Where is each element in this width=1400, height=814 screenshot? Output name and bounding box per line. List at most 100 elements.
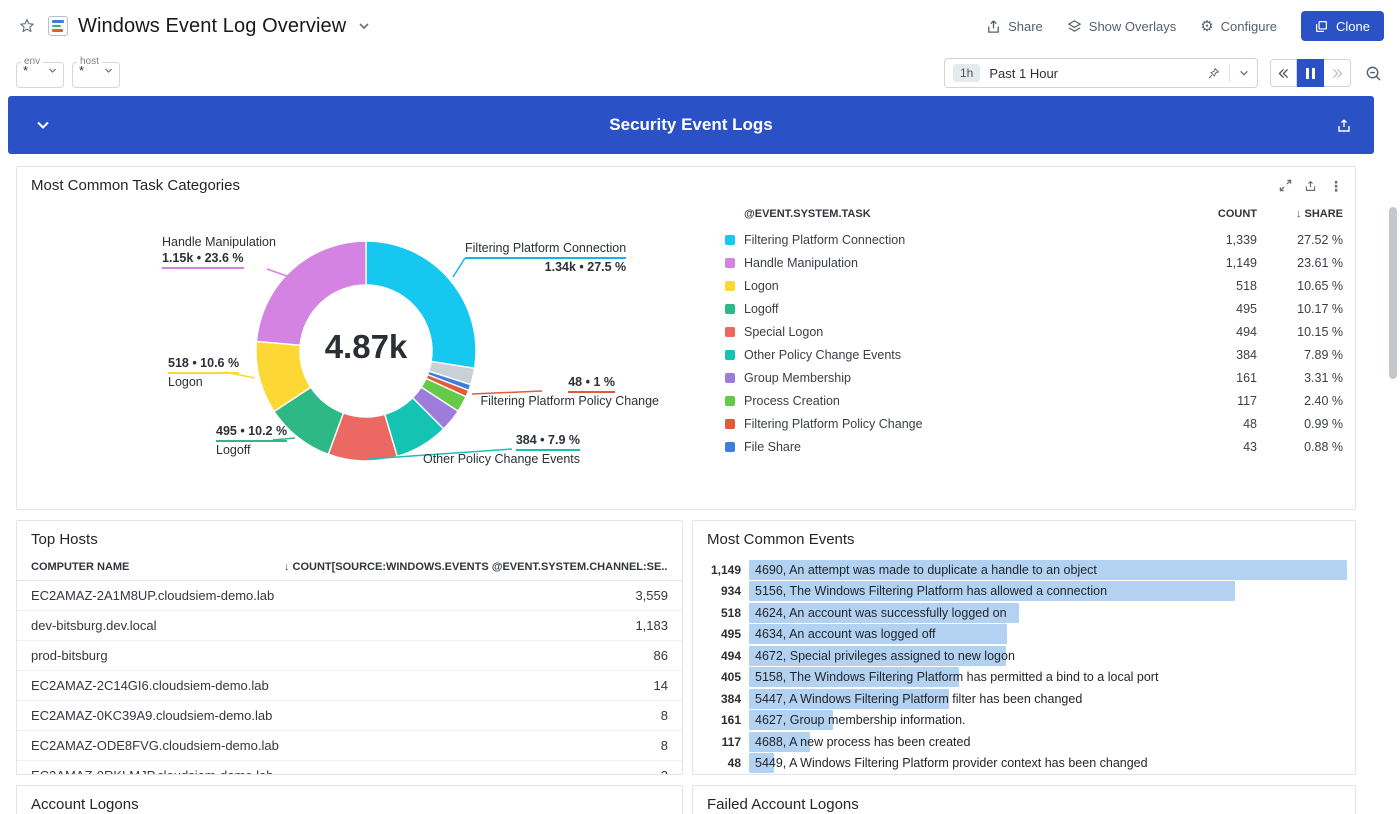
task-table-row[interactable]: Handle Manipulation 1,149 23.61 %	[725, 251, 1343, 274]
task-table-row[interactable]: Group Membership 161 3.31 %	[725, 366, 1343, 389]
host-row[interactable]: EC2AMAZ-2A1M8UP.cloudsiem-demo.lab 3,559	[17, 581, 682, 611]
event-bar-row[interactable]: 495 4634, An account was logged off	[701, 624, 1347, 646]
zoom-out-button[interactable]	[1363, 63, 1384, 84]
chevron-down-icon	[358, 20, 370, 32]
time-range-picker[interactable]: 1h Past 1 Hour	[944, 58, 1258, 88]
host-count: 2	[661, 768, 668, 775]
host-row[interactable]: EC2AMAZ-2C14GI6.cloudsiem-demo.lab 14	[17, 671, 682, 701]
event-bar-row[interactable]: 494 4672, Special privileges assigned to…	[701, 645, 1347, 667]
host-count: 14	[654, 678, 668, 693]
column-task[interactable]: @EVENT.SYSTEM.TASK	[725, 208, 1185, 220]
event-label: 5449, A Windows Filtering Platform provi…	[749, 756, 1148, 770]
legend-swatch	[725, 235, 735, 245]
pause-button[interactable]	[1297, 59, 1324, 87]
host-count: 8	[661, 738, 668, 753]
event-label: 5447, A Windows Filtering Platform filte…	[749, 692, 1082, 706]
event-bar-row[interactable]: 48 5449, A Windows Filtering Platform pr…	[701, 753, 1347, 775]
task-table-row[interactable]: Process Creation 117 2.40 %	[725, 389, 1343, 412]
event-bar-row[interactable]: 1,149 4690, An attempt was made to dupli…	[701, 559, 1347, 581]
share-button[interactable]: Share	[986, 19, 1043, 34]
legend-swatch	[725, 350, 735, 360]
pause-icon	[1306, 68, 1315, 79]
template-var-host[interactable]: host *	[72, 58, 120, 88]
callout-value: 1.15k • 23.6 %	[162, 250, 244, 269]
toolbar: env * host * 1h Past 1 Hour	[0, 52, 1400, 94]
callout-label: Other Policy Change Events	[414, 451, 580, 467]
sort-desc-icon: ↓	[1296, 208, 1302, 220]
group-export-button[interactable]	[1336, 117, 1352, 133]
callout-value: 518 • 10.6 %	[168, 355, 239, 374]
task-name: Group Membership	[744, 371, 1185, 385]
column-computer-name[interactable]: COMPUTER NAME	[31, 561, 284, 573]
host-row[interactable]: EC2AMAZ-0KC39A9.cloudsiem-demo.lab 8	[17, 701, 682, 731]
column-count[interactable]: COUNT	[1185, 208, 1257, 220]
callout-handle-manipulation: Handle Manipulation 1.15k • 23.6 %	[162, 234, 276, 269]
task-share: 27.52 %	[1257, 233, 1343, 247]
task-name: Filtering Platform Policy Change	[744, 417, 1185, 431]
task-table-row[interactable]: Filtering Platform Connection 1,339 27.5…	[725, 228, 1343, 251]
panel-title: Most Common Task Categories	[31, 177, 240, 194]
task-table-row[interactable]: Logoff 495 10.17 %	[725, 297, 1343, 320]
show-overlays-label: Show Overlays	[1089, 19, 1176, 34]
panel-title: Account Logons	[31, 796, 139, 813]
fullscreen-icon[interactable]	[1279, 179, 1292, 192]
callout-value: 1.34k • 27.5 %	[465, 259, 626, 275]
chevron-down-icon[interactable]	[1239, 68, 1249, 78]
event-count: 48	[701, 756, 741, 770]
task-name: Other Policy Change Events	[744, 348, 1185, 362]
event-count: 518	[701, 606, 741, 620]
event-bar-row[interactable]: 117 4688, A new process has been created	[701, 731, 1347, 753]
legend-swatch	[725, 304, 735, 314]
time-badge: 1h	[953, 64, 980, 82]
host-row[interactable]: prod-bitsburg 86	[17, 641, 682, 671]
favorite-star-button[interactable]	[16, 15, 38, 37]
task-table-row[interactable]: Logon 518 10.65 %	[725, 274, 1343, 297]
template-var-env[interactable]: env *	[16, 58, 64, 88]
group-title: Security Event Logs	[8, 115, 1374, 135]
callout-label: Filtering Platform Policy Change	[469, 393, 659, 409]
column-share[interactable]: ↓SHARE	[1257, 208, 1343, 220]
gear-icon: ⚙	[1200, 19, 1213, 34]
task-name: Special Logon	[744, 325, 1185, 339]
event-bar-row[interactable]: 518 4624, An account was successfully lo…	[701, 602, 1347, 624]
callout-logon: 518 • 10.6 % Logon	[168, 355, 239, 390]
task-name: Process Creation	[744, 394, 1185, 408]
callout-filtering-platform-connection: Filtering Platform Connection 1.34k • 27…	[465, 240, 626, 275]
scrollbar-thumb[interactable]	[1389, 207, 1397, 379]
chevron-down-icon	[34, 116, 52, 134]
event-bar-row[interactable]: 934 5156, The Windows Filtering Platform…	[701, 581, 1347, 603]
event-bar-row[interactable]: 161 4627, Group membership information.	[701, 710, 1347, 732]
event-count: 494	[701, 649, 741, 663]
clone-button[interactable]: Clone	[1301, 11, 1384, 41]
kebab-menu-icon[interactable]: ⋮	[1329, 179, 1343, 193]
clone-label: Clone	[1336, 19, 1370, 34]
host-row[interactable]: EC2AMAZ-ODE8FVG.cloudsiem-demo.lab 8	[17, 731, 682, 761]
event-bar-row[interactable]: 384 5447, A Windows Filtering Platform f…	[701, 688, 1347, 710]
task-table-row[interactable]: Special Logon 494 10.15 %	[725, 320, 1343, 343]
task-table-row[interactable]: Other Policy Change Events 384 7.89 %	[725, 343, 1343, 366]
column-count[interactable]: ↓COUNT[SOURCE:WINDOWS.EVENTS @EVENT.SYST…	[284, 561, 668, 573]
group-banner-security-event-logs: Security Event Logs	[8, 96, 1374, 154]
task-count: 48	[1185, 417, 1257, 431]
event-label: 4690, An attempt was made to duplicate a…	[749, 563, 1097, 577]
step-forward-button[interactable]	[1324, 59, 1351, 87]
callout-value: 48 • 1 %	[568, 374, 615, 393]
host-row[interactable]: dev-bitsburg.dev.local 1,183	[17, 611, 682, 641]
configure-button[interactable]: ⚙ Configure	[1200, 19, 1277, 34]
host-count: 8	[661, 708, 668, 723]
pin-icon[interactable]	[1207, 67, 1220, 80]
title-menu-button[interactable]	[356, 18, 372, 34]
collapse-group-button[interactable]	[34, 116, 52, 134]
callout-label: Logoff	[216, 442, 287, 458]
export-icon[interactable]	[1304, 179, 1317, 192]
task-share: 2.40 %	[1257, 394, 1343, 408]
show-overlays-button[interactable]: Show Overlays	[1067, 19, 1176, 34]
task-table-row[interactable]: Filtering Platform Policy Change 48 0.99…	[725, 412, 1343, 435]
host-name: dev-bitsburg.dev.local	[31, 618, 635, 633]
step-backward-button[interactable]	[1270, 59, 1297, 87]
host-row[interactable]: EC2AMAZ-0RKLMJP.cloudsiem-demo.lab 2	[17, 761, 682, 775]
event-bar-row[interactable]: 405 5158, The Windows Filtering Platform…	[701, 667, 1347, 689]
panel-most-common-task-categories: Most Common Task Categories ⋮ 4.87k Hand…	[16, 166, 1356, 510]
task-share: 3.31 %	[1257, 371, 1343, 385]
task-table-row[interactable]: File Share 43 0.88 %	[725, 435, 1343, 458]
